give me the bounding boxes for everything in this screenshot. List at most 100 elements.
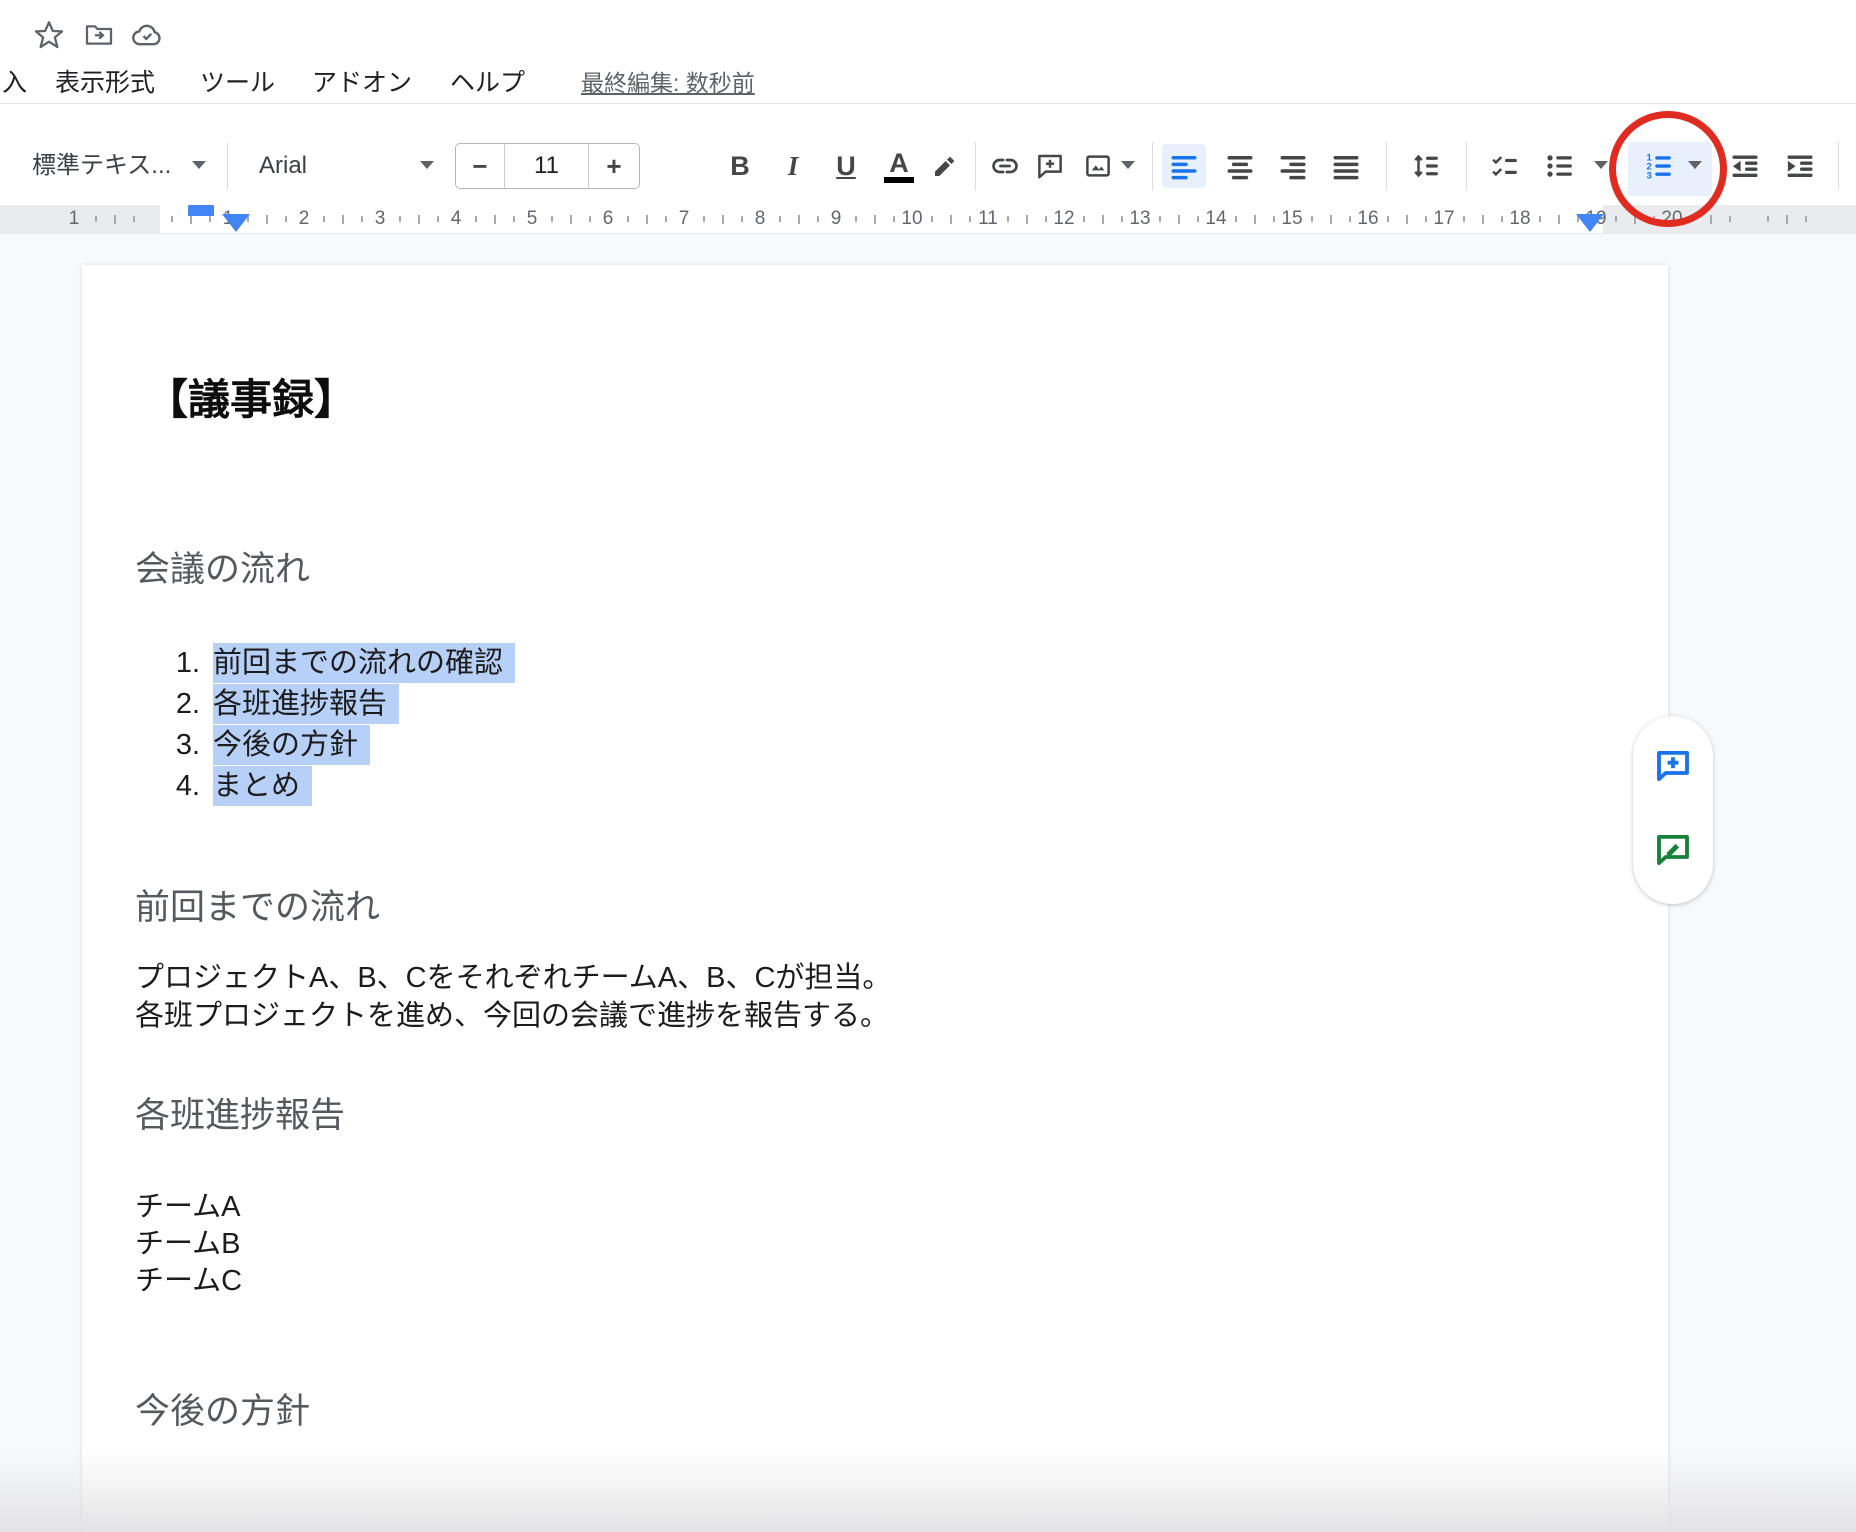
align-center-icon [1225, 151, 1255, 181]
left-indent-marker[interactable] [222, 214, 250, 232]
ruler-number: 11 [976, 208, 1000, 230]
add-comment-button[interactable] [1028, 144, 1072, 188]
divider [227, 142, 228, 190]
toolbar-divider-line [0, 103, 1856, 104]
ruler-tick [931, 216, 933, 222]
menu-format[interactable]: 表示形式 [55, 66, 155, 100]
ruler-tick [133, 216, 135, 222]
ruler-tick [1311, 216, 1313, 222]
text-color-button[interactable]: A [877, 144, 921, 188]
bold-button[interactable]: B [718, 144, 762, 188]
ruler-number: 15 [1280, 208, 1304, 230]
ruler-tick [1482, 215, 1484, 224]
ruler-tick [1501, 216, 1503, 222]
ruler-tick [703, 216, 705, 222]
document-title: 【議事録】 [146, 374, 356, 426]
highlight-color-button[interactable] [923, 144, 967, 188]
divider [1152, 142, 1153, 190]
ruler-tick [342, 215, 344, 224]
ruler-number: 2 [292, 208, 316, 230]
link-icon [989, 150, 1021, 182]
move-folder-icon[interactable] [82, 18, 116, 52]
decrease-indent-button[interactable] [1723, 144, 1767, 188]
align-center-button[interactable] [1218, 144, 1262, 188]
underline-label: U [836, 152, 856, 180]
ruler-tick [1406, 215, 1408, 224]
selected-list-text: 前回までの流れの確認 [213, 643, 515, 683]
ruler-tick [722, 215, 724, 224]
ruler-tick [855, 216, 857, 222]
increase-font-size-button[interactable]: + [588, 144, 639, 188]
ruler-tick [171, 216, 173, 222]
star-icon[interactable] [32, 18, 66, 52]
align-left-button[interactable] [1162, 144, 1206, 188]
font-size-input[interactable]: 11 [505, 144, 588, 188]
ruler-tick [1615, 216, 1617, 222]
first-line-indent-marker[interactable] [188, 205, 214, 216]
ruler-tick [570, 215, 572, 224]
italic-label: I [788, 152, 799, 180]
menu-tools[interactable]: ツール [200, 66, 275, 100]
list-number: 2. [162, 684, 200, 724]
right-indent-marker[interactable] [1576, 214, 1604, 232]
ruler-tick [437, 216, 439, 222]
checklist-button[interactable] [1483, 144, 1527, 188]
chevron-down-icon[interactable] [420, 161, 434, 169]
ruler-tick [266, 215, 268, 224]
line-spacing-icon [1411, 151, 1441, 181]
heading-progress-report: 各班進捗報告 [135, 1094, 345, 1138]
ruler-tick [627, 216, 629, 222]
image-icon [1083, 151, 1113, 181]
chevron-down-icon[interactable] [1121, 161, 1135, 169]
italic-button[interactable]: I [771, 144, 815, 188]
ruler-tick [1767, 216, 1769, 222]
ruler-tick [1710, 215, 1712, 224]
line-spacing-button[interactable] [1404, 144, 1448, 188]
list-number: 3. [162, 725, 200, 765]
last-edited-link[interactable]: 最終編集: 数秒前 [581, 66, 755, 100]
decrease-font-size-button[interactable]: − [456, 144, 505, 188]
insert-image-button[interactable] [1076, 144, 1120, 188]
cloud-status-icon[interactable] [130, 18, 164, 52]
text-color-label: A [889, 150, 909, 176]
ruler-tick [361, 216, 363, 222]
divider [975, 142, 976, 190]
body-line: 各班プロジェクトを進め、今回の会議で進捗を報告する。 [135, 997, 889, 1035]
ruler-number: 14 [1204, 208, 1228, 230]
align-justify-button[interactable] [1324, 144, 1368, 188]
divider [1838, 142, 1839, 190]
chevron-down-icon[interactable] [192, 161, 206, 169]
ruler-tick [893, 216, 895, 222]
insert-link-button[interactable] [983, 144, 1027, 188]
ruler-number: 3 [368, 208, 392, 230]
paragraph-style-select[interactable]: 標準テキス... [32, 150, 171, 182]
menu-insert-partial[interactable]: 入 [2, 66, 27, 100]
list-number: 1. [162, 643, 200, 683]
ruler-tick [1102, 215, 1104, 224]
chevron-down-icon[interactable] [1594, 161, 1608, 169]
heading-agenda: 会議の流れ [135, 548, 310, 592]
suggest-edits-button[interactable] [1651, 828, 1695, 872]
team-line: チームA [135, 1188, 240, 1226]
document-page[interactable]: 【議事録】 会議の流れ 1. 前回までの流れの確認 2. 各班進捗報告 3. 今… [82, 265, 1668, 1532]
font-family-select[interactable]: Arial [259, 150, 307, 182]
ruler-tick [1197, 216, 1199, 222]
increase-indent-button[interactable] [1778, 144, 1822, 188]
ruler-tick [741, 216, 743, 222]
menu-help[interactable]: ヘルプ [450, 66, 525, 100]
ruler-tick [1273, 216, 1275, 222]
ruler-tick [589, 216, 591, 222]
annotation-circle [1609, 111, 1727, 227]
ruler-tick [399, 216, 401, 222]
ruler-tick [114, 215, 116, 224]
underline-button[interactable]: U [824, 144, 868, 188]
divider [1386, 142, 1387, 190]
ruler-number: 13 [1128, 208, 1152, 230]
add-comment-floating-button[interactable] [1651, 744, 1695, 788]
align-right-button[interactable] [1271, 144, 1315, 188]
menu-addons[interactable]: アドオン [312, 66, 412, 100]
ruler-tick [1729, 216, 1731, 222]
ruler-tick [494, 215, 496, 224]
ruler-tick [418, 215, 420, 224]
bulleted-list-button[interactable] [1538, 144, 1582, 188]
